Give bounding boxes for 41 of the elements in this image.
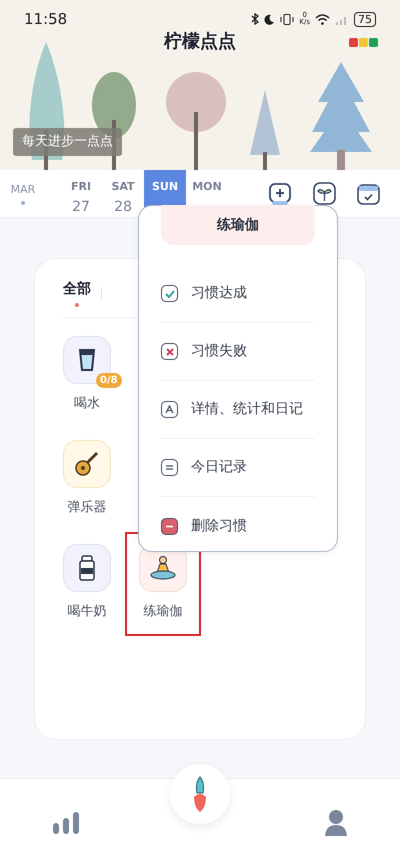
date-tab[interactable]: FRI 27	[60, 170, 102, 217]
letter-icon	[161, 401, 178, 418]
check-icon	[161, 285, 178, 302]
menu-title: 练瑜伽	[161, 205, 315, 245]
slogan-label: 每天进步一点点	[13, 128, 122, 156]
radish-icon	[192, 775, 208, 813]
add-icon[interactable]	[268, 182, 292, 206]
guitar-icon	[73, 450, 101, 478]
habit-button[interactable]	[63, 544, 111, 592]
habit-name: 练瑜伽	[144, 603, 182, 621]
month-label: MAR	[10, 182, 36, 198]
sprout-icon[interactable]	[313, 182, 336, 205]
habit-name: 喝水	[74, 395, 100, 413]
glass-icon	[78, 348, 96, 372]
moon-icon	[264, 14, 276, 24]
cross-icon	[161, 343, 178, 360]
date-tab[interactable]: SAT 28	[102, 170, 144, 217]
stats-icon[interactable]	[52, 812, 80, 834]
menu-item[interactable]: 习惯失败	[161, 323, 315, 381]
menu-item[interactable]: 详情、统计和日记	[161, 381, 315, 439]
menu-item[interactable]: 删除习惯	[161, 497, 315, 555]
menu-item[interactable]: 今日记录	[161, 439, 315, 497]
wifi-icon	[315, 14, 330, 24]
minus-icon	[161, 518, 178, 534]
battery-level: 75	[354, 12, 376, 26]
color-dots-icon	[349, 38, 378, 47]
meditation-icon	[149, 555, 177, 581]
category-tab[interactable]: 全部	[63, 279, 91, 307]
bluetooth-icon	[251, 13, 260, 25]
app-title: 柠檬点点	[164, 30, 236, 54]
habit-name: 弹乐器	[68, 499, 106, 517]
habit-button[interactable]	[63, 440, 111, 488]
habit-name: 喝牛奶	[68, 603, 106, 621]
milk-bottle-icon	[78, 555, 96, 581]
calendar-icon[interactable]	[357, 182, 380, 205]
vibrate-icon	[280, 14, 294, 24]
status-time: 11:58	[24, 8, 68, 30]
note-icon	[161, 459, 178, 476]
progress-badge: 0/8	[96, 373, 122, 388]
profile-icon[interactable]	[324, 808, 348, 836]
menu-item[interactable]: 习惯达成	[161, 265, 315, 323]
